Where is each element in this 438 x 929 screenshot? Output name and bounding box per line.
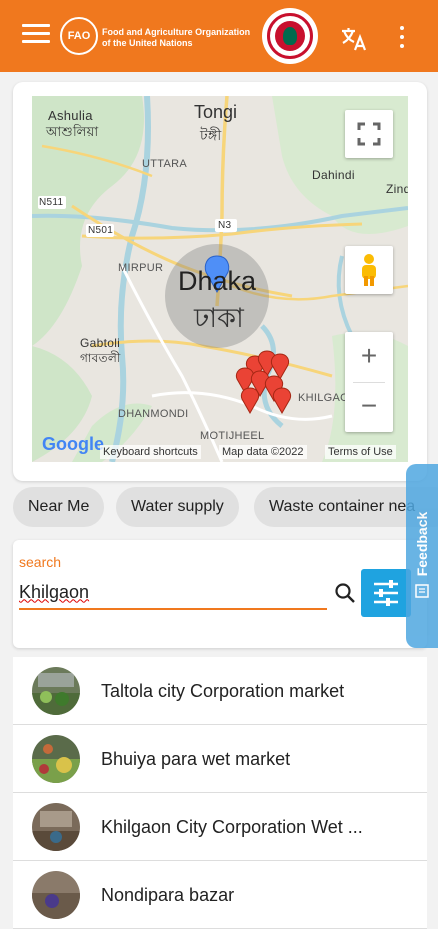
feedback-tab[interactable]: Feedback <box>406 464 438 648</box>
market-list: Taltola city Corporation market Bhuiya p… <box>13 657 427 929</box>
zoom-controls: + − <box>345 332 393 432</box>
list-item-label: Nondipara bazar <box>101 885 235 905</box>
map-label-mirpur: MIRPUR <box>118 262 164 274</box>
market-thumbnail <box>32 735 80 783</box>
bangladesh-government-seal <box>262 8 318 64</box>
map-label-n501: N501 <box>88 225 114 236</box>
list-item-label: Bhuiya para wet market <box>101 749 291 769</box>
map-label-ashulia-bn: আশুলিয়া <box>46 124 99 139</box>
map-card: Tongi টঙ্গী Ashulia আশুলিয়া UTTARA Dahi… <box>13 82 427 481</box>
app-bar: FAO Food and Agriculture Organization of… <box>0 0 438 72</box>
map-label-dhaka: Dhaka <box>178 266 257 296</box>
search-input[interactable] <box>19 576 327 610</box>
zoom-in-button[interactable]: + <box>345 332 393 382</box>
fullscreen-icon[interactable] <box>345 110 393 158</box>
keyboard-shortcuts-link[interactable]: Keyboard shortcuts <box>100 445 201 459</box>
map-label-dhaka-bn: ঢাকা <box>194 303 244 333</box>
search-label: search <box>19 554 62 570</box>
map-label-gabtoli: Gabtoli <box>80 336 121 350</box>
fao-logo: FAO <box>60 17 98 55</box>
more-vertical-icon[interactable] <box>396 26 408 48</box>
map-label-ashulia: Ashulia <box>48 108 93 123</box>
list-item[interactable]: Khilgaon City Corporation Wet ... <box>13 793 427 861</box>
market-thumbnail <box>32 871 80 919</box>
search-card: search <box>13 540 427 648</box>
feedback-icon <box>415 584 429 598</box>
list-item-label: Taltola city Corporation market <box>101 681 345 701</box>
filter-settings-button[interactable] <box>361 569 411 617</box>
tune-icon <box>374 580 398 606</box>
map-label-dhanmondi: DHANMONDI <box>118 408 189 420</box>
map-label-zind: Zind <box>386 182 408 196</box>
map-label-n3: N3 <box>218 220 232 231</box>
map-label-dahindi: Dahindi <box>312 168 355 182</box>
chip-water-supply[interactable]: Water supply <box>116 487 239 527</box>
map-data-attribution: Map data ©2022 <box>219 445 307 459</box>
list-item[interactable]: Bhuiya para wet market <box>13 725 427 793</box>
list-item[interactable]: Nondipara bazar <box>13 861 427 929</box>
terms-of-use-link[interactable]: Terms of Use <box>325 445 396 459</box>
search-icon[interactable] <box>333 581 357 605</box>
map-label-tongi: Tongi <box>194 102 238 122</box>
market-thumbnail <box>32 803 80 851</box>
list-item[interactable]: Taltola city Corporation market <box>13 657 427 725</box>
feedback-label: Feedback <box>414 511 430 577</box>
market-thumbnail <box>32 667 80 715</box>
street-view-pegman-icon[interactable] <box>345 246 393 294</box>
map-label-tongi-bn: টঙ্গী <box>200 127 222 143</box>
zoom-out-button[interactable]: − <box>345 382 393 432</box>
org-name: Food and Agriculture Organization of the… <box>102 27 251 48</box>
hamburger-menu-icon[interactable] <box>22 24 50 48</box>
list-item-label: Khilgaon City Corporation Wet ... <box>101 817 363 837</box>
map-view[interactable]: Tongi টঙ্গী Ashulia আশুলিয়া UTTARA Dahi… <box>32 96 408 462</box>
google-logo: Google <box>42 434 104 454</box>
chip-near-me[interactable]: Near Me <box>13 487 105 527</box>
translate-icon[interactable] <box>340 26 368 52</box>
map-label-n511: N511 <box>39 197 64 208</box>
map-label-gabtoli-bn: গাবতলী <box>80 351 121 365</box>
map-label-uttara: UTTARA <box>142 158 187 170</box>
map-label-motijheel: MOTIJHEEL <box>200 430 265 442</box>
